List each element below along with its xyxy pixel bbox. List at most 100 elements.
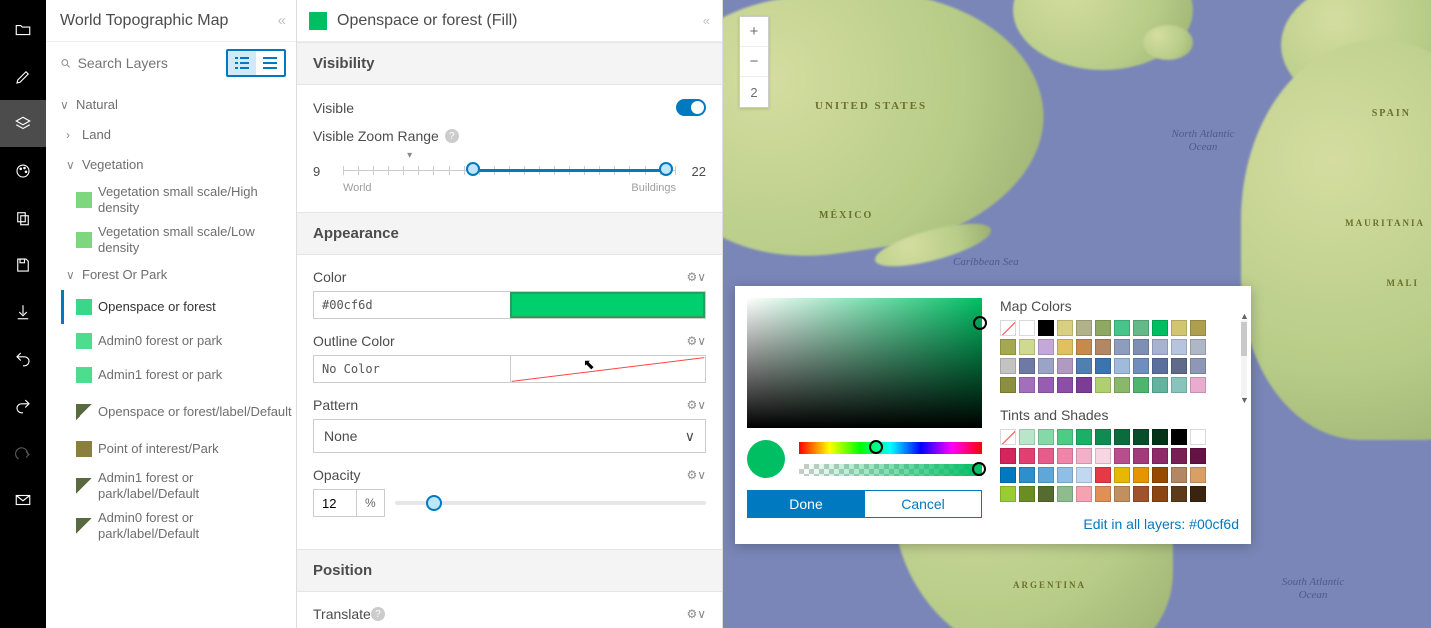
layer-veg-low[interactable]: Vegetation small scale/Low density [46, 220, 296, 260]
color-swatch[interactable] [1057, 448, 1073, 464]
zoom-out-button[interactable]: − [740, 47, 768, 77]
color-swatch[interactable] [1076, 377, 1092, 393]
group-vegetation[interactable]: ∨Vegetation [46, 150, 296, 180]
collapse-icon[interactable]: « [278, 12, 286, 29]
color-swatch[interactable] [1152, 377, 1168, 393]
layers-icon[interactable] [0, 100, 46, 147]
color-swatch[interactable] [1190, 358, 1206, 374]
color-swatch[interactable] [1000, 486, 1016, 502]
outline-swatch[interactable] [510, 356, 705, 382]
color-swatch[interactable] [1057, 486, 1073, 502]
collapse-props-icon[interactable]: « [703, 13, 710, 28]
color-swatch[interactable] [1190, 448, 1206, 464]
color-swatch[interactable] [1152, 486, 1168, 502]
color-swatch[interactable] [1038, 320, 1054, 336]
color-swatch[interactable] [1171, 339, 1187, 355]
done-button[interactable]: Done [747, 490, 865, 518]
color-swatch[interactable] [1038, 486, 1054, 502]
color-swatch[interactable] [1152, 320, 1168, 336]
palette-icon[interactable] [0, 147, 46, 194]
color-swatch[interactable] [1171, 486, 1187, 502]
color-swatch[interactable] [1152, 339, 1168, 355]
layer-openspace[interactable]: Openspace or forest [46, 290, 296, 324]
download-icon[interactable] [0, 288, 46, 335]
search-input[interactable] [78, 55, 218, 71]
layer-admin1[interactable]: Admin1 forest or park [46, 358, 296, 392]
color-swatch[interactable] [1114, 377, 1130, 393]
cancel-button[interactable]: Cancel [864, 490, 982, 518]
color-gear-icon[interactable]: ⚙∨ [686, 270, 706, 284]
copy-icon[interactable] [0, 194, 46, 241]
redo-icon[interactable] [0, 382, 46, 429]
color-swatch[interactable] [1019, 320, 1035, 336]
color-swatch[interactable] [1114, 339, 1130, 355]
hue-slider[interactable] [799, 442, 982, 454]
zoom-in-button[interactable]: + [740, 17, 768, 47]
color-swatch[interactable] [1000, 467, 1016, 483]
zoom-slider[interactable]: ▾ WorldBuildings [343, 148, 676, 194]
color-swatch[interactable] [1057, 467, 1073, 483]
layer-poi-park[interactable]: Point of interest/Park [46, 432, 296, 466]
layer-admin0[interactable]: Admin0 forest or park [46, 324, 296, 358]
opacity-handle[interactable] [426, 495, 442, 511]
group-land[interactable]: ›Land [46, 120, 296, 150]
color-swatch[interactable] [1114, 467, 1130, 483]
list-tree-icon[interactable] [256, 51, 284, 75]
color-swatch[interactable] [1038, 448, 1054, 464]
color-swatch[interactable] [1190, 467, 1206, 483]
color-swatch[interactable] [1076, 320, 1092, 336]
color-swatch[interactable] [1076, 339, 1092, 355]
zoom-handle-max[interactable] [659, 162, 673, 176]
color-swatch[interactable] [1019, 339, 1035, 355]
color-swatch[interactable] [1190, 377, 1206, 393]
hue-handle[interactable] [869, 440, 883, 454]
color-swatch[interactable] [1114, 486, 1130, 502]
color-swatch[interactable] [1057, 320, 1073, 336]
layer-label-admin0[interactable]: Admin0 forest or park/label/Default [46, 506, 296, 546]
color-swatch[interactable] [1190, 339, 1206, 355]
color-swatch[interactable] [1076, 358, 1092, 374]
translate-gear-icon[interactable]: ⚙∨ [686, 607, 706, 621]
list-flat-icon[interactable] [228, 51, 256, 75]
color-swatch[interactable] [1190, 486, 1206, 502]
outline-input[interactable] [314, 356, 510, 382]
layer-label-openspace[interactable]: Openspace or forest/label/Default [46, 392, 296, 432]
color-swatch[interactable] [1171, 320, 1187, 336]
color-swatch[interactable] [1019, 358, 1035, 374]
alpha-slider[interactable] [799, 464, 982, 476]
color-swatch[interactable] [1152, 429, 1168, 445]
help-icon[interactable]: ? [445, 129, 459, 143]
color-swatch[interactable] [1000, 339, 1016, 355]
group-forest[interactable]: ∨Forest Or Park [46, 260, 296, 290]
color-swatch[interactable] [1095, 486, 1111, 502]
edit-all-layers-link[interactable]: Edit in all layers: #00cf6d [1083, 516, 1239, 532]
opacity-input[interactable] [314, 496, 356, 511]
color-swatch[interactable] [1171, 448, 1187, 464]
saturation-value-field[interactable] [747, 298, 982, 428]
color-swatch[interactable] [1114, 358, 1130, 374]
color-swatch[interactable] [1000, 429, 1016, 445]
color-swatch[interactable] [1076, 448, 1092, 464]
color-swatch[interactable] [1019, 486, 1035, 502]
color-swatch[interactable] [1019, 467, 1035, 483]
color-input[interactable] [314, 292, 510, 318]
color-swatch[interactable] [1095, 358, 1111, 374]
color-swatch[interactable] [1076, 467, 1092, 483]
color-swatch[interactable] [1057, 377, 1073, 393]
visible-toggle[interactable] [676, 99, 706, 116]
open-icon[interactable] [0, 6, 46, 53]
mail-icon[interactable] [0, 476, 46, 523]
color-swatch[interactable] [1114, 429, 1130, 445]
zoom-level[interactable]: 2 [740, 77, 768, 107]
color-swatch[interactable] [1133, 358, 1149, 374]
color-swatch[interactable] [1171, 429, 1187, 445]
opacity-slider[interactable] [395, 501, 706, 505]
map-canvas[interactable]: UNITED STATES MÉXICO Caribbean Sea North… [723, 0, 1431, 628]
color-swatch[interactable] [1000, 448, 1016, 464]
color-swatch[interactable] [1057, 339, 1073, 355]
color-swatch[interactable] [1095, 448, 1111, 464]
color-swatch[interactable] [1171, 467, 1187, 483]
color-swatch[interactable] [1076, 486, 1092, 502]
color-swatch[interactable] [1019, 448, 1035, 464]
color-swatch[interactable] [1019, 377, 1035, 393]
